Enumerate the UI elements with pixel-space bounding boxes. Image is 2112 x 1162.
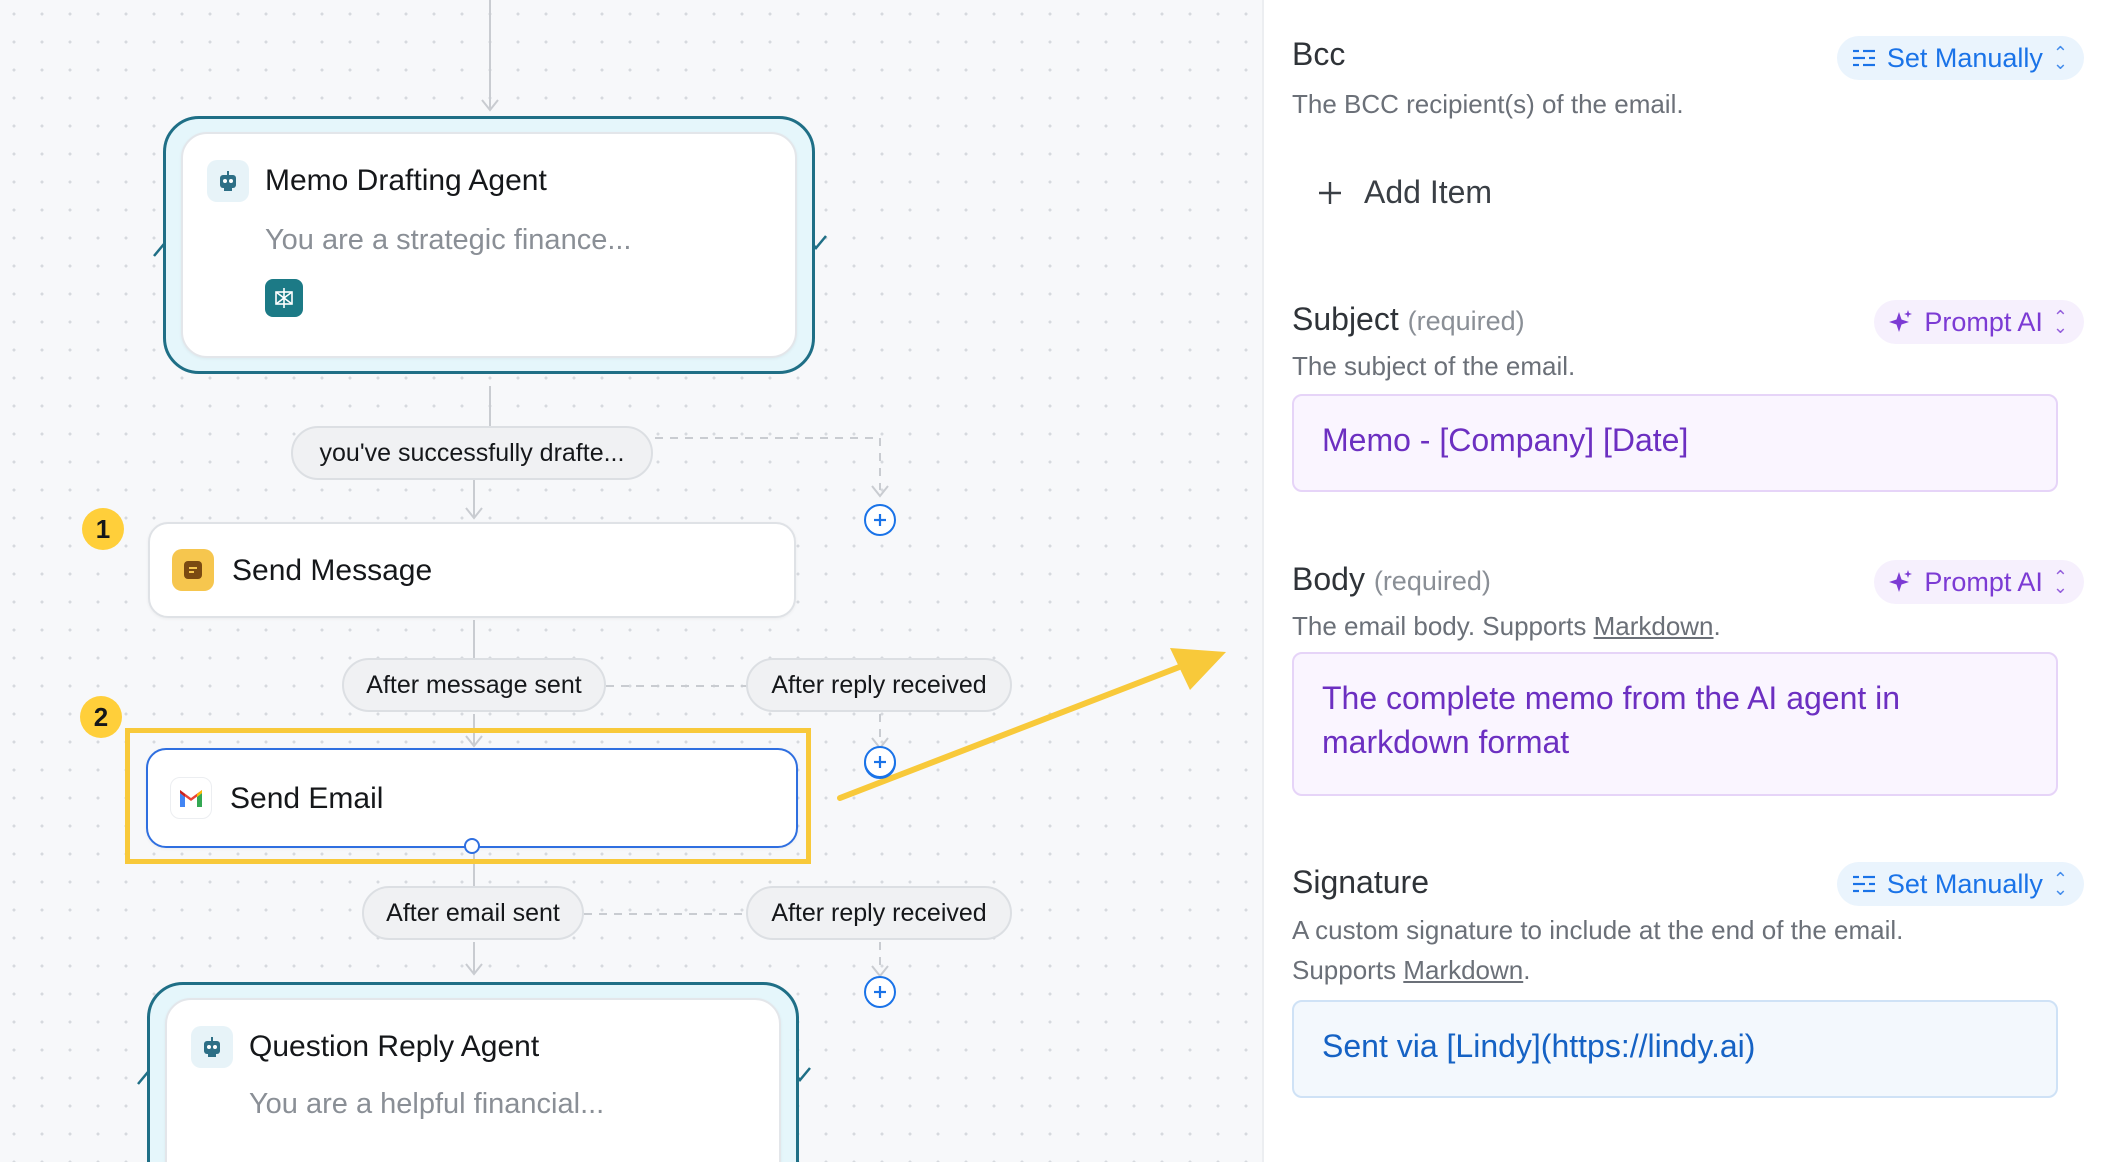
body-label: Body (required) xyxy=(1292,561,1491,598)
subject-input[interactable]: Memo - [Company] [Date] xyxy=(1292,394,2058,492)
output-handle[interactable] xyxy=(464,838,480,854)
signature-description-prefix: Supports xyxy=(1292,955,1404,985)
question-agent-prompt: You are a helpful financial... xyxy=(249,1088,605,1120)
signature-label: Signature xyxy=(1292,864,1429,901)
robot-icon xyxy=(207,160,249,202)
signature-description-line1: A custom signature to include at the end… xyxy=(1292,915,1904,945)
add-item-button[interactable]: Add Item xyxy=(1316,174,1492,211)
branch-after-message-sent[interactable]: After message sent xyxy=(342,658,606,712)
step-badge-1: 1 xyxy=(82,508,124,550)
body-mode-label: Prompt AI xyxy=(1924,566,2043,597)
send-email-title: Send Email xyxy=(230,782,384,815)
body-label-text: Body xyxy=(1292,561,1365,597)
bcc-description: The BCC recipient(s) of the email. xyxy=(1292,89,1684,119)
subject-description: The subject of the email. xyxy=(1292,351,1576,381)
subject-label: Subject (required) xyxy=(1292,301,1525,338)
branch-after-reply-received[interactable]: After reply received xyxy=(746,658,1012,712)
body-description-suffix: . xyxy=(1713,611,1721,641)
required-marker: (required) xyxy=(1407,306,1525,336)
subject-label-text: Subject xyxy=(1292,301,1399,337)
plus-icon xyxy=(874,756,886,768)
sparkle-icon xyxy=(1889,570,1913,592)
send-email-node[interactable]: Send Email xyxy=(146,748,798,854)
plus-icon xyxy=(1319,181,1341,204)
list-icon xyxy=(1852,875,1875,893)
workflow-canvas[interactable]: Memo Drafting Agent You are a strategic … xyxy=(0,0,1262,1162)
bcc-label: Bcc xyxy=(1292,36,1345,73)
condition-pill[interactable]: you've successfully drafte... xyxy=(291,426,653,480)
plus-icon xyxy=(874,986,886,998)
bcc-mode-label: Set Manually xyxy=(1886,42,2043,73)
signature-description-line2: Supports Markdown. xyxy=(1292,950,1903,990)
question-reply-agent-node[interactable]: Question Reply Agent You are a helpful f… xyxy=(165,998,781,1162)
add-item-label: Add Item xyxy=(1364,174,1493,210)
sparkle-icon xyxy=(1889,310,1913,332)
signature-description: A custom signature to include at the end… xyxy=(1292,910,1903,990)
send-message-node[interactable]: Send Message xyxy=(148,522,796,618)
body-description: The email body. Supports Markdown. xyxy=(1292,606,1721,646)
subject-mode-select[interactable]: Prompt AI ⌃ ⌄ xyxy=(1874,300,2084,344)
signature-mode-select[interactable]: Set Manually ⌃ ⌄ xyxy=(1836,862,2084,906)
bcc-mode-select[interactable]: Set Manually ⌃ ⌄ xyxy=(1836,36,2084,80)
memo-agent-prompt: You are a strategic finance... xyxy=(265,224,632,256)
add-step-button[interactable] xyxy=(864,504,896,536)
step-badge-2: 2 xyxy=(80,696,122,738)
signature-input[interactable]: Sent via [Lindy](https://lindy.ai) xyxy=(1292,1000,2058,1098)
chevron-up-down-icon: ⌃ ⌄ xyxy=(2052,567,2068,597)
message-icon xyxy=(172,549,214,591)
body-description-prefix: The email body. Supports xyxy=(1292,611,1594,641)
add-step-button[interactable] xyxy=(864,976,896,1008)
branch-after-email-sent[interactable]: After email sent xyxy=(362,886,584,940)
branch-after-reply-received[interactable]: After reply received xyxy=(746,886,1012,940)
signature-mode-label: Set Manually xyxy=(1886,868,2043,899)
question-agent-title: Question Reply Agent xyxy=(249,1030,540,1063)
perplexity-icon xyxy=(265,279,303,317)
signature-label-text: Signature xyxy=(1292,864,1429,900)
markdown-link[interactable]: Markdown xyxy=(1403,955,1523,985)
plus-icon xyxy=(874,514,886,526)
memo-drafting-agent-node[interactable]: Memo Drafting Agent You are a strategic … xyxy=(181,132,797,358)
chevron-up-down-icon: ⌃ ⌄ xyxy=(2052,869,2068,899)
list-icon xyxy=(1852,49,1875,67)
gmail-icon xyxy=(170,777,212,819)
chevron-up-down-icon: ⌃ ⌄ xyxy=(2052,43,2068,73)
required-marker: (required) xyxy=(1373,566,1491,596)
add-step-button[interactable] xyxy=(864,746,896,778)
action-config-panel: Bcc Set Manually ⌃ ⌄ The BCC recipient(s)… xyxy=(1264,0,2112,1162)
subject-mode-label: Prompt AI xyxy=(1924,306,2043,337)
signature-description-suffix: . xyxy=(1523,955,1531,985)
bcc-label-text: Bcc xyxy=(1292,36,1346,72)
markdown-link[interactable]: Markdown xyxy=(1594,611,1714,641)
memo-agent-title: Memo Drafting Agent xyxy=(265,164,547,197)
body-mode-select[interactable]: Prompt AI ⌃ ⌄ xyxy=(1874,560,2084,604)
robot-icon xyxy=(191,1026,233,1068)
chevron-up-down-icon: ⌃ ⌄ xyxy=(2052,307,2068,337)
body-input[interactable]: The complete memo from the AI agent in m… xyxy=(1292,652,2058,796)
send-message-title: Send Message xyxy=(232,554,433,587)
